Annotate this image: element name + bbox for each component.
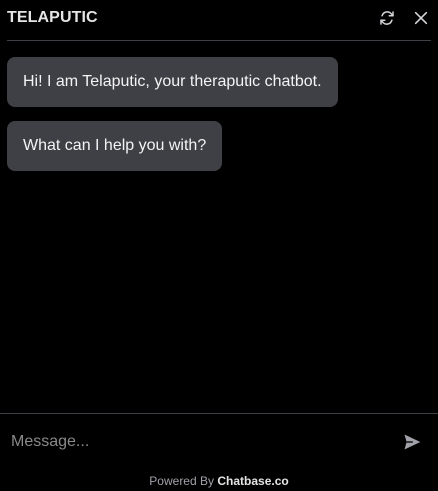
message-list: Hi! I am Telaputic, your theraputic chat… (7, 57, 431, 185)
close-icon (414, 11, 428, 25)
header-actions (377, 8, 431, 28)
chat-header: TELAPUTIC (7, 0, 431, 41)
message-composer (0, 413, 438, 469)
chat-title: TELAPUTIC (7, 9, 98, 26)
bot-message-bubble: What can I help you with? (7, 121, 223, 171)
refresh-icon (380, 11, 394, 25)
message-row: What can I help you with? (7, 121, 431, 185)
powered-by-label: Powered By (149, 474, 214, 488)
chat-widget: TELAPUTIC Hi! I am Telaputic, your thera… (0, 0, 438, 491)
refresh-button[interactable] (377, 8, 397, 28)
footer: Powered By Chatbase.co (0, 474, 438, 488)
close-button[interactable] (411, 8, 431, 28)
send-button[interactable] (397, 427, 427, 457)
message-input[interactable] (0, 421, 397, 462)
message-row: Hi! I am Telaputic, your theraputic chat… (7, 57, 431, 121)
bot-message-bubble: Hi! I am Telaputic, your theraputic chat… (7, 57, 338, 107)
chatbase-link[interactable]: Chatbase.co (217, 474, 288, 488)
send-icon (404, 434, 421, 449)
